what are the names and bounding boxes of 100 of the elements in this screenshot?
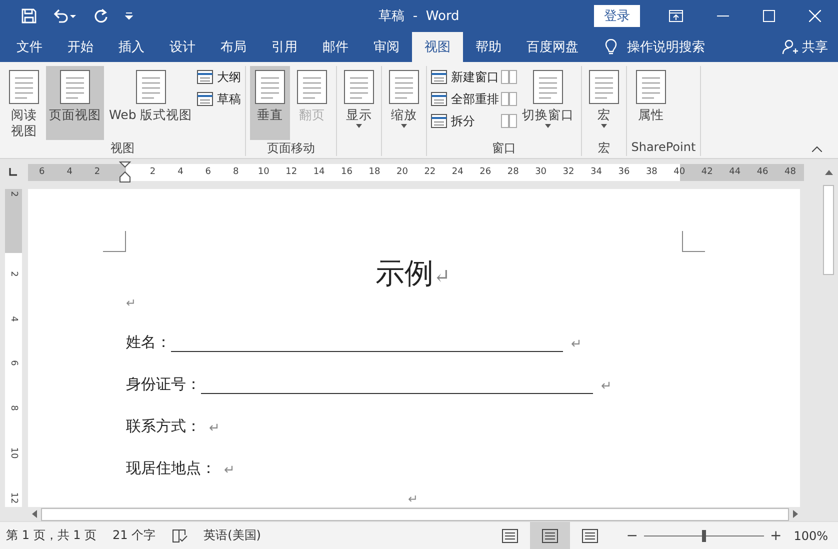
page-icon	[589, 70, 620, 104]
ribbon-button[interactable]: 阅读视图	[4, 66, 44, 140]
ribbon-tab[interactable]: 开始	[55, 32, 106, 62]
zoom-percent[interactable]: 100%	[794, 528, 828, 542]
paragraph-mark: ↵	[601, 379, 612, 394]
field-label: 联系方式：	[126, 417, 201, 436]
ribbon-tab[interactable]: 文件	[4, 32, 55, 62]
proofing-icon[interactable]	[172, 528, 188, 542]
ribbon-button[interactable]: 显示	[341, 66, 378, 156]
ribbon-button[interactable]: 切换窗口	[519, 66, 578, 140]
person-icon	[782, 39, 798, 55]
ruler-number: 8	[232, 167, 240, 177]
page-icon	[9, 70, 39, 104]
ribbon-tab[interactable]: 插入	[106, 32, 157, 62]
ruler-number: 4	[8, 314, 18, 324]
field-label: 现居住地点：	[126, 459, 216, 478]
dropdown-caret-icon	[356, 124, 362, 128]
scroll-left-icon	[32, 510, 37, 518]
language[interactable]: 英语(美国)	[204, 527, 261, 544]
ribbon-button[interactable]: 缩放	[386, 66, 422, 156]
zoom-out-button[interactable]: −	[626, 528, 638, 544]
ribbon-button[interactable]: 宏	[586, 66, 622, 140]
indent-marker-icon[interactable]	[119, 161, 132, 183]
ruler-number: 8	[8, 404, 18, 414]
redo-icon[interactable]	[93, 8, 109, 24]
ribbon-button[interactable]: 草稿	[197, 90, 242, 108]
customize-caret-icon[interactable]	[125, 12, 133, 20]
ribbon-tab[interactable]: 百度网盘	[514, 32, 591, 62]
ribbon-tab[interactable]: 视图	[412, 32, 463, 62]
window-icon	[431, 70, 448, 84]
field-label: 姓名：	[126, 333, 171, 352]
ribbon-button[interactable]: 拆分	[431, 112, 500, 130]
ruler-number: 28	[506, 167, 520, 177]
page-icon	[344, 70, 374, 104]
tell-me-search[interactable]: 操作说明搜索	[605, 32, 705, 62]
group-label: 窗口	[491, 140, 518, 156]
window-icon	[431, 92, 448, 106]
scroll-right-icon	[793, 510, 798, 518]
window-icon	[431, 114, 448, 128]
minimize-icon[interactable]	[717, 15, 729, 17]
ribbon-tab[interactable]: 邮件	[310, 32, 361, 62]
share-button[interactable]: 共享	[782, 32, 838, 62]
ribbon-tab[interactable]: 布局	[208, 32, 259, 62]
ribbon-button[interactable]: 属性	[631, 66, 672, 140]
undo-icon[interactable]	[53, 8, 77, 24]
zoom-in-button[interactable]: +	[770, 528, 782, 544]
ribbon-button[interactable]: 大纲	[197, 68, 242, 86]
maximize-icon[interactable]	[763, 10, 775, 22]
paragraph-mark: ↵	[406, 492, 420, 506]
paragraph-mark: ↵	[126, 296, 138, 310]
save-icon[interactable]	[21, 8, 37, 24]
ruler-number: 42	[700, 167, 714, 177]
view-icon	[582, 528, 598, 542]
ribbon-button[interactable]: 全部重排	[431, 90, 500, 108]
login-button[interactable]: 登录	[594, 5, 640, 27]
ruler-number: 2	[93, 167, 102, 177]
dropdown-caret-icon	[545, 124, 552, 128]
ribbon-tab[interactable]: 帮助	[463, 32, 514, 62]
paragraph-mark: ↵	[224, 463, 235, 478]
page-icon	[136, 70, 166, 104]
scroll-up-icon[interactable]	[825, 170, 833, 174]
ribbon-button[interactable]: 页面视图	[46, 66, 104, 140]
document-title: 示例↵	[374, 255, 452, 292]
ruler-number: 36	[617, 167, 631, 177]
ribbon-tab[interactable]: 审阅	[361, 32, 412, 62]
paragraph-mark: ↵	[571, 337, 582, 352]
ribbon-tab[interactable]: 设计	[157, 32, 208, 62]
ruler-number: 20	[395, 167, 409, 177]
page-icon	[255, 70, 286, 104]
close-icon[interactable]	[809, 10, 821, 22]
ruler-number: 12	[284, 167, 298, 177]
ruler-number: 30	[534, 167, 548, 177]
group-label: 视图	[110, 140, 136, 156]
zoom-thumb[interactable]	[702, 530, 706, 542]
view-icon	[542, 528, 558, 542]
ruler-number: 12	[8, 491, 18, 506]
ruler-number: 2	[8, 190, 18, 199]
collapse-ribbon-icon[interactable]	[812, 146, 822, 152]
ruler-number: 34	[590, 167, 603, 177]
tab-stop-selector-icon[interactable]	[8, 167, 18, 177]
ribbon-button[interactable]: 新建窗口	[431, 68, 500, 86]
window-icon	[197, 92, 214, 106]
ruler-number: 10	[256, 167, 270, 177]
ribbon-button[interactable]: 垂直	[250, 66, 290, 140]
view-icon	[502, 528, 518, 542]
page-icon	[636, 70, 666, 104]
page-count[interactable]: 第 1 页，共 1 页	[6, 527, 97, 544]
ribbon-display-icon[interactable]	[669, 10, 683, 22]
field-label: 身份证号：	[126, 375, 201, 394]
ribbon-button[interactable]: Web 版式视图	[106, 66, 196, 140]
ruler-number: 4	[176, 167, 184, 177]
word-count[interactable]: 21 个字	[112, 527, 156, 544]
ruler-number: 2	[148, 167, 157, 177]
ruler-number: 48	[784, 167, 797, 177]
ribbon-tab[interactable]: 引用	[259, 32, 310, 62]
window-title: 草稿 - Word	[378, 8, 460, 25]
view-button[interactable]	[530, 522, 570, 549]
page-icon	[297, 70, 328, 104]
group-label: 页面移动	[266, 140, 316, 156]
ruler-number: 10	[8, 446, 18, 461]
